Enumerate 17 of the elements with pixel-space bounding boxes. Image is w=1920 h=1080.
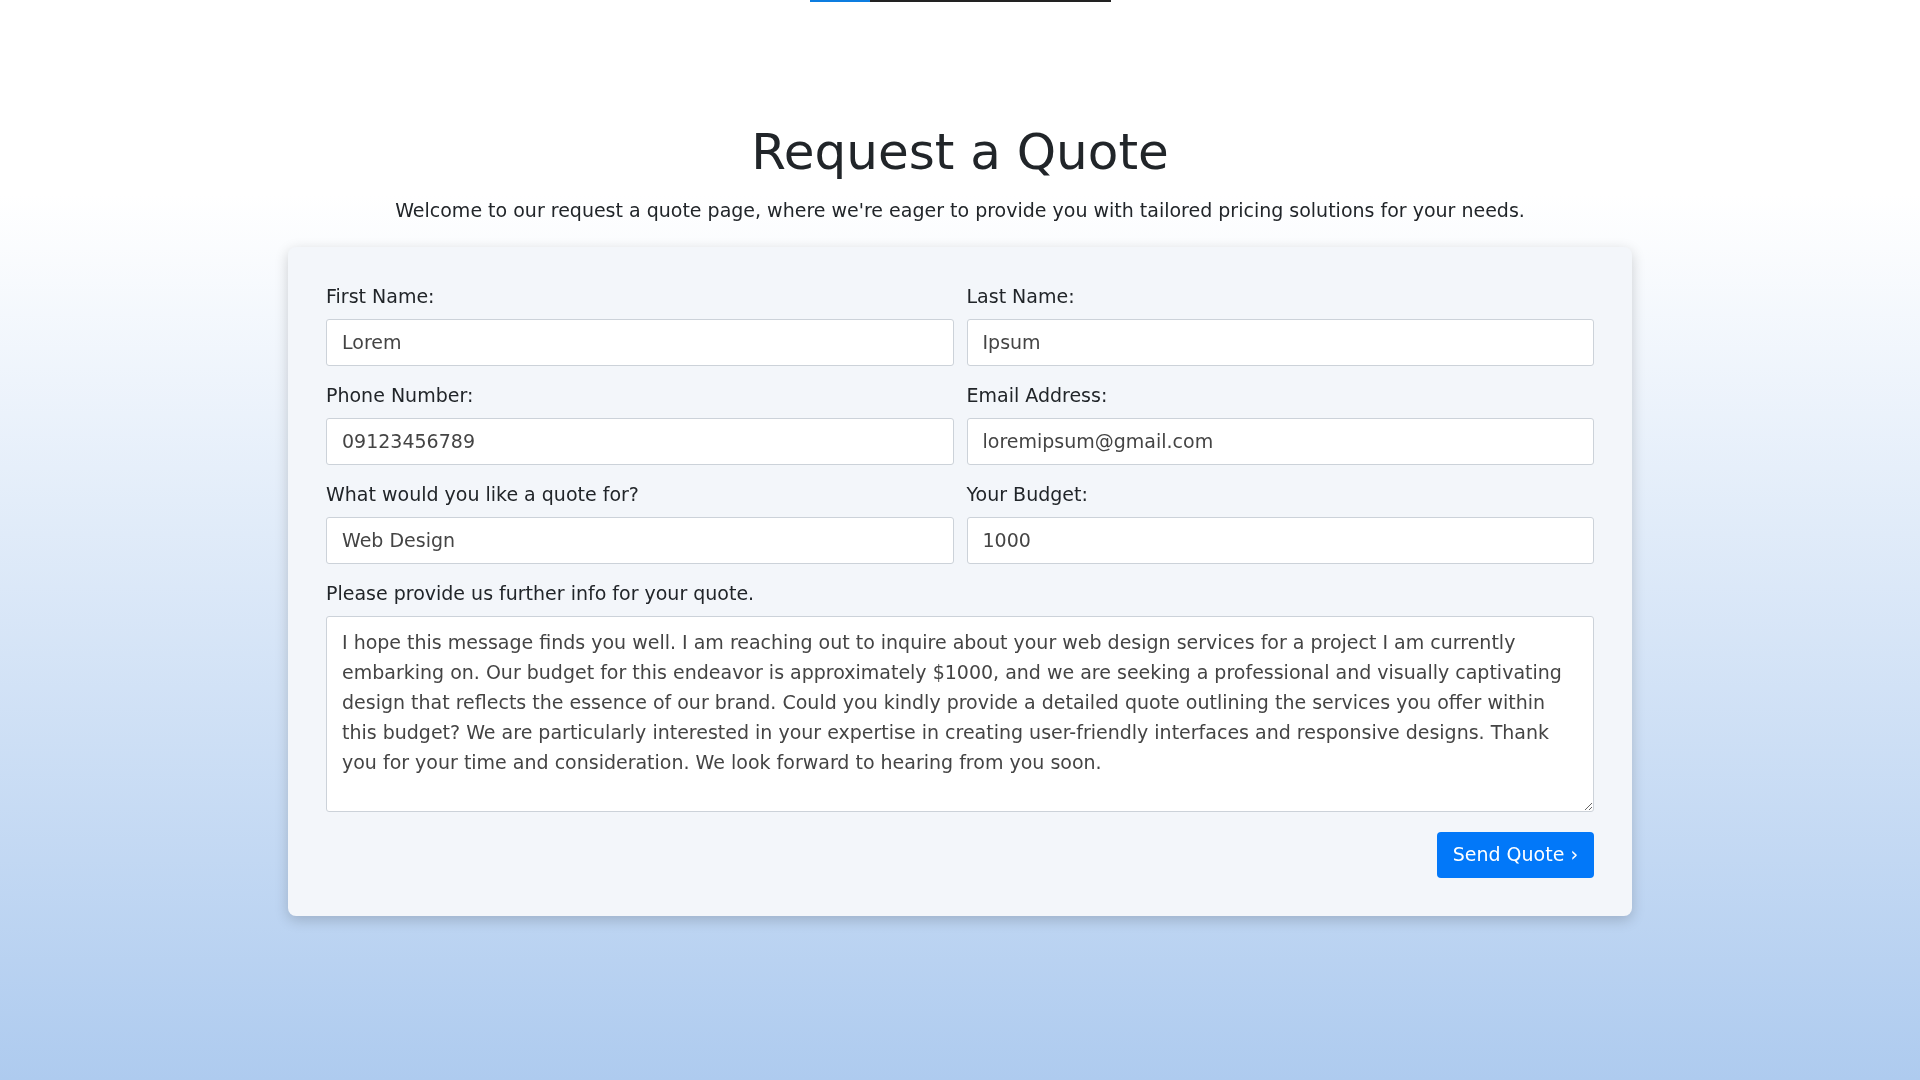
page-subtitle: Welcome to our request a quote page, where we're eager to provide you with tailored pricing solutions for your needs. xyxy=(395,198,1525,223)
send-quote-button[interactable]: Send Quote › xyxy=(1436,831,1594,878)
input-field[interactable]: Web Design xyxy=(326,516,954,564)
field-label: Please provide us further info for your quote. xyxy=(326,581,756,604)
field-label: Your Budget: xyxy=(966,482,1089,505)
input-field[interactable]: Ipsum xyxy=(966,318,1594,366)
page-title: Request a Quote xyxy=(751,122,1169,183)
field-label: Last Name: xyxy=(966,284,1076,307)
field-label: Phone Number: xyxy=(326,383,475,406)
field-label: First Name: xyxy=(326,284,436,307)
input-field[interactable]: 09123456789 xyxy=(326,417,954,465)
input-field[interactable]: loremipsum@gmail.com xyxy=(966,417,1594,465)
input-field[interactable]: 1000 xyxy=(966,516,1594,564)
message-textarea[interactable]: I hope this message finds you well. I am reaching out to inquire about your web design services for a project I am currently embarking on. Our budget for this endeavor is approximately $1000, and we are seeking a professional and visually captivating design that reflects the essence of our brand. Could you kindly provide a detailed quote outlining the services you offer within this budget? We are particularly interested in your expertise in creating user-friendly interfaces and responsive designs. Thank you for your time and consideration. We look forward to hearing from you soon. xyxy=(326,615,1594,812)
input-field[interactable]: Lorem xyxy=(326,318,954,366)
field-label: Email Address: xyxy=(966,383,1109,406)
field-label: What would you like a quote for? xyxy=(326,482,640,505)
